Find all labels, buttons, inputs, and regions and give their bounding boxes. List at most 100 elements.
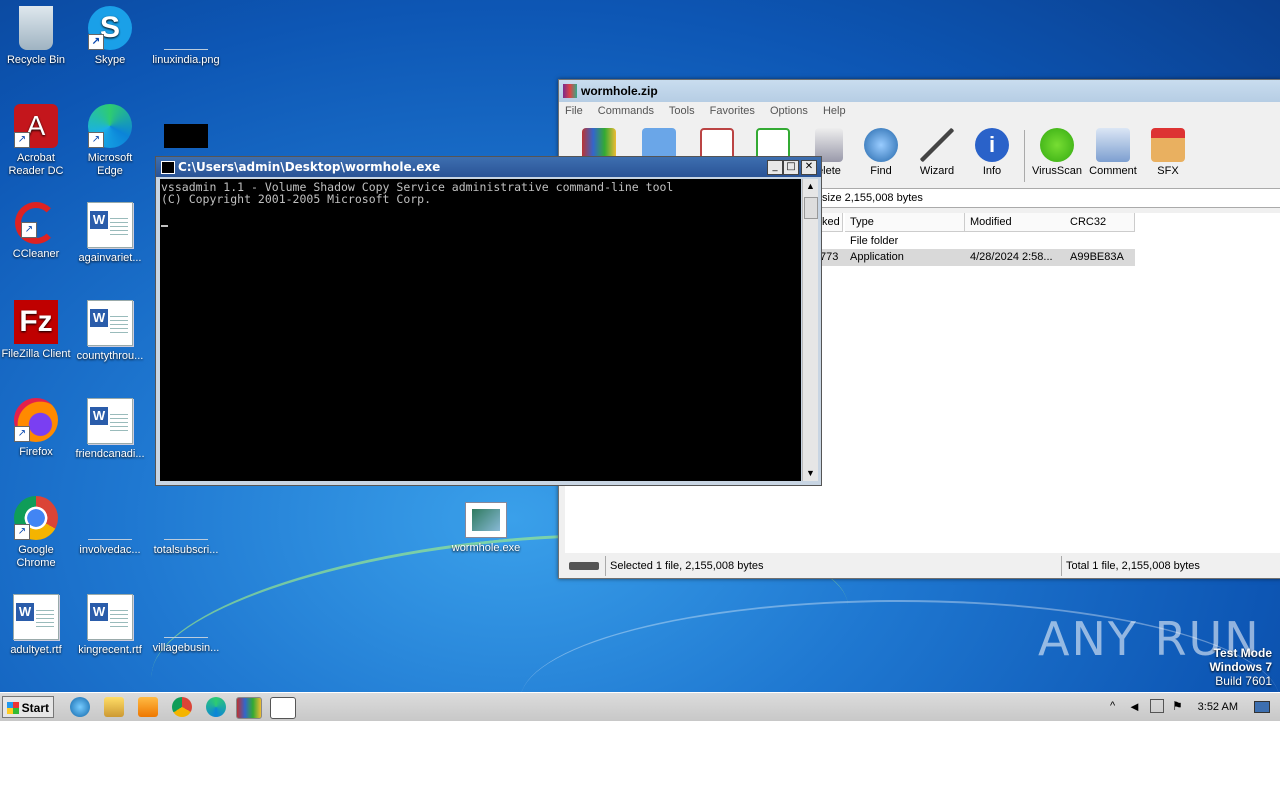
show-hidden-icons-icon[interactable]: ^ (1110, 700, 1115, 712)
firefox-icon: ↗ (14, 398, 58, 442)
desktop-icon-recycle-bin[interactable]: Recycle Bin (0, 6, 72, 67)
word-document-icon (87, 594, 133, 640)
console-scrollbar[interactable]: ▲ ▼ (802, 179, 818, 481)
internet-explorer-icon[interactable] (70, 697, 90, 717)
desktop-icon-adultyet[interactable]: adultyet.rtf (0, 594, 72, 657)
menu-tools[interactable]: Tools (669, 105, 695, 117)
start-button[interactable]: Start (2, 696, 54, 718)
desktop-icon-chrome[interactable]: ↗ Google Chrome (0, 496, 72, 570)
desktop-icon-linuxindia[interactable]: linuxindia.png (150, 6, 222, 67)
desktop-icon-label: Recycle Bin (6, 54, 66, 66)
desktop-icon-villagebusin[interactable]: villagebusin... (150, 594, 222, 655)
text-cursor (161, 225, 168, 227)
desktop-icon-kingrecent[interactable]: kingrecent.rtf (74, 594, 146, 657)
watermark-line: Build 7601 (1215, 674, 1272, 688)
desktop-icon-edge[interactable]: ↗ Microsoft Edge (74, 104, 146, 178)
desktop-icon-label: againvariet... (78, 252, 142, 264)
console-line: (C) Copyright 2001-2005 Microsoft Corp. (161, 192, 432, 206)
shortcut-arrow-icon: ↗ (14, 132, 30, 148)
desktop-icon-involvedac[interactable]: involvedac... (74, 496, 146, 557)
console-window[interactable]: C:\Users\admin\Desktop\wormhole.exe _ □ … (155, 156, 822, 486)
explorer-folder-icon[interactable] (104, 697, 124, 717)
taskbar: Start ^ ◄ ⚑ 3:52 AM (0, 692, 1280, 721)
network-icon[interactable] (1150, 699, 1164, 713)
desktop-icon-skype[interactable]: S ↗ Skype (74, 6, 146, 67)
menu-file[interactable]: File (565, 105, 583, 117)
column-header-modified[interactable]: Modified (965, 213, 1066, 232)
desktop-icon-totalsubscri[interactable]: totalsubscri... (150, 496, 222, 557)
winrar-statusbar: Selected 1 file, 2,155,008 bytes Total 1… (563, 556, 1277, 576)
console-output[interactable]: vssadmin 1.1 - Volume Shadow Copy Servic… (160, 179, 801, 481)
drive-icon (569, 562, 599, 570)
ccleaner-icon: ↗ (15, 202, 57, 244)
desktop-icon-label: Skype (94, 54, 126, 66)
scrollbar-thumb[interactable] (804, 197, 818, 219)
clock[interactable]: 3:52 AM (1198, 695, 1238, 719)
desktop-icon-label: Acrobat Reader DC (8, 152, 64, 177)
toolbar-label: Find (870, 165, 892, 177)
winrar-taskbar-icon[interactable] (236, 697, 262, 719)
maximize-button[interactable]: □ (783, 160, 799, 175)
shortcut-arrow-icon: ↗ (88, 34, 104, 50)
edge-taskbar-icon[interactable] (206, 697, 226, 717)
volume-icon[interactable]: ◄ (1128, 699, 1141, 714)
action-center-flag-icon[interactable]: ⚑ (1172, 699, 1183, 713)
virus-icon (1040, 128, 1074, 162)
toolbar-wizard-button[interactable]: Wizard (909, 128, 965, 177)
toolbar-info-button[interactable]: i Info (964, 128, 1020, 177)
desktop-icon-label: totalsubscri... (153, 544, 219, 556)
desktop-icon-label: FileZilla Client (1, 348, 71, 360)
desktop-icon-label: adultyet.rtf (10, 644, 62, 656)
desktop-icon-label: CCleaner (12, 248, 60, 260)
desktop-icon-label: wormhole.exe (451, 542, 521, 554)
toolbar-virusscan-button[interactable]: VirusScan (1029, 128, 1085, 177)
console-titlebar[interactable]: C:\Users\admin\Desktop\wormhole.exe _ □ … (156, 157, 821, 177)
toolbar-find-button[interactable]: Find (853, 128, 909, 177)
menu-commands[interactable]: Commands (598, 105, 654, 117)
sfx-box-icon (1151, 128, 1185, 162)
toolbar-sfx-button[interactable]: SFX (1140, 128, 1196, 177)
shortcut-arrow-icon: ↗ (88, 132, 104, 148)
desktop-icon-black-file[interactable] (150, 104, 222, 152)
column-header-type[interactable]: Type (845, 213, 965, 232)
filezilla-icon: Fz (14, 300, 58, 344)
file-thumbnail-icon (164, 124, 208, 148)
status-total: Total 1 file, 2,155,008 bytes (1061, 556, 1276, 576)
file-icon (88, 496, 132, 540)
row-modified: 4/28/2024 2:58... (970, 251, 1053, 263)
shortcut-arrow-icon: ↗ (14, 524, 30, 540)
comment-icon (1096, 128, 1130, 162)
minimize-button[interactable]: _ (767, 160, 783, 175)
shortcut-arrow-icon: ↗ (21, 222, 37, 238)
desktop-icon-filezilla[interactable]: Fz FileZilla Client (0, 300, 72, 361)
scroll-up-arrow-icon[interactable]: ▲ (803, 179, 818, 194)
desktop-icon-ccleaner[interactable]: ↗ CCleaner (0, 202, 72, 261)
show-desktop-icon[interactable] (1254, 701, 1270, 713)
test-mode-watermark: Test Mode Windows 7 Build 7601 (1209, 646, 1272, 688)
media-player-icon[interactable] (138, 697, 158, 717)
close-button[interactable]: ✕ (801, 160, 817, 175)
winrar-titlebar[interactable]: wormhole.zip (559, 80, 1280, 102)
word-document-icon (13, 594, 59, 640)
column-header-crc32[interactable]: CRC32 (1065, 213, 1135, 232)
menu-options[interactable]: Options (770, 105, 808, 117)
toolbar-comment-button[interactable]: Comment (1085, 128, 1141, 177)
scroll-down-arrow-icon[interactable]: ▼ (803, 466, 818, 481)
desktop-icon-friendcanadi[interactable]: friendcanadi... (74, 398, 146, 461)
desktop-icon-label: friendcanadi... (75, 448, 145, 460)
archive-path-bar[interactable]: size 2,155,008 bytes (817, 188, 1280, 208)
desktop-icon-firefox[interactable]: ↗ Firefox (0, 398, 72, 459)
desktop-icon-countythrou[interactable]: countythrou... (74, 300, 146, 363)
info-icon: i (975, 128, 1009, 162)
desktop-icon-label: Google Chrome (16, 544, 56, 569)
file-icon (164, 496, 208, 540)
window-title: C:\Users\admin\Desktop\wormhole.exe (178, 160, 441, 174)
console-taskbar-icon[interactable] (270, 697, 296, 719)
chrome-taskbar-icon[interactable] (172, 697, 192, 717)
desktop-icon-againvariet[interactable]: againvariet... (74, 202, 146, 265)
desktop-icon-acrobat[interactable]: A ↗ Acrobat Reader DC (0, 104, 72, 178)
menu-help[interactable]: Help (823, 105, 846, 117)
desktop-icon-wormhole[interactable]: wormhole.exe (450, 496, 522, 555)
menu-favorites[interactable]: Favorites (710, 105, 755, 117)
word-document-icon (87, 300, 133, 346)
